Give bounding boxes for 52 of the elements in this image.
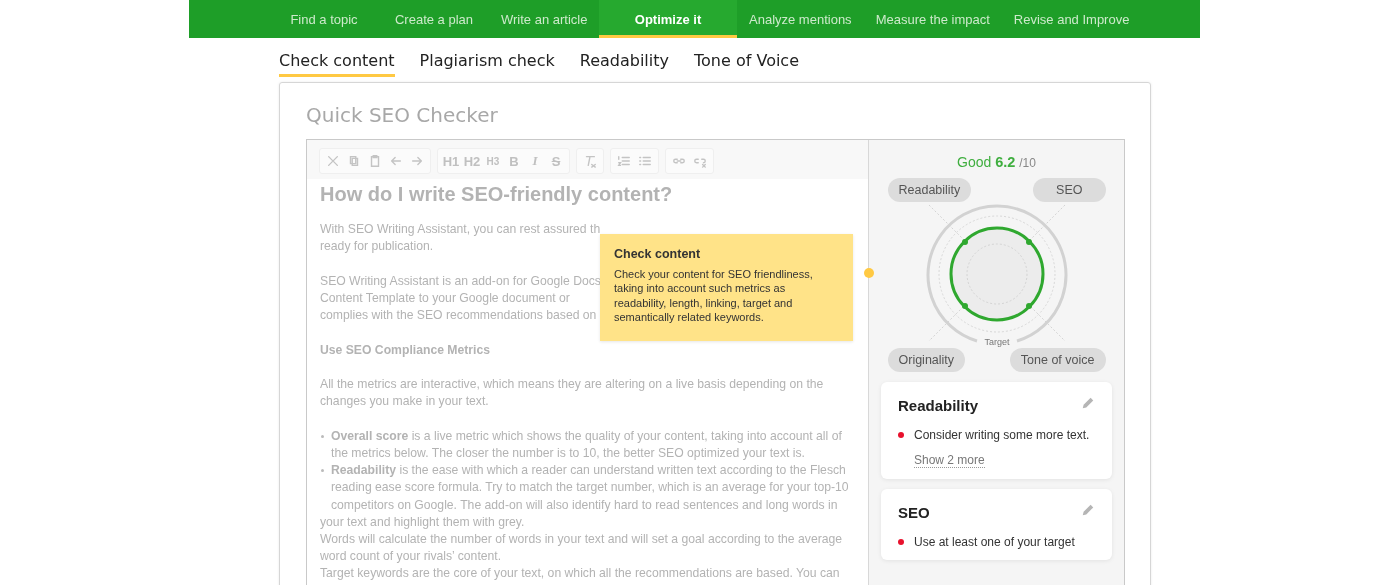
format-button[interactable]: H2: [463, 151, 481, 171]
paragraph-line: SEO Writing Assistant is an add-on for Google Docs: [320, 272, 601, 290]
format-button[interactable]: I: [526, 151, 544, 171]
card-title: Quick SEO Checker: [306, 103, 499, 127]
tooltip-anchor-dot: [864, 268, 874, 278]
bullet-item-line: reading ease score formula. Try to match the target number, which is an average for your top-10: [331, 479, 849, 497]
paragraph-line: With SEO Writing Assistant, you can rest assured th: [320, 221, 601, 238]
nav-tab[interactable]: Measure the impact: [863, 0, 1002, 38]
nav-tab[interactable]: Find a topic: [269, 0, 379, 38]
metric-pill: Tone of voice: [1009, 348, 1106, 372]
metric-pill: Originality: [887, 348, 966, 372]
paragraph-line: changes you make in your text.: [320, 393, 489, 411]
metric-title: SEO: [898, 503, 930, 521]
recommendation-text: Consider writing some more text.: [914, 428, 1090, 442]
bullet-item-line: Overall score is a live metric which shows the quality of your content, taking into account all of: [331, 427, 842, 445]
bullet-item-line: Readability is the ease with which a reader can understand written text according to the Flesch: [331, 462, 846, 480]
recommendation-text: Use at least one of your target: [914, 535, 1075, 549]
bullet-item-line: competitors on Google. The add-on will also identify hard to read sentences and long words in: [331, 496, 838, 514]
paragraph-line: All the metrics are interactive, which means they are altering on a live basis depending on the: [320, 376, 824, 394]
nav-tab[interactable]: Revise and Improve: [1001, 0, 1142, 38]
show-more-link[interactable]: Show 2 more: [914, 453, 985, 468]
paragraph-line: complies with the SEO recommendations based on: [320, 307, 597, 325]
tab[interactable]: Plagiarism check: [419, 47, 555, 77]
paragraph-line: Content Template to your Google document or: [320, 289, 570, 307]
nav-tab[interactable]: Write an article: [489, 0, 599, 38]
paragraph-line: your text and highlight them with grey.: [320, 513, 525, 531]
format-button[interactable]: H3: [484, 151, 502, 171]
nav-tab[interactable]: Optimize it: [599, 0, 737, 38]
paragraph-line: ready for publication.: [320, 238, 434, 256]
paragraph-line: word count of your rivals’ content.: [320, 548, 502, 566]
tab[interactable]: Tone of Voice: [694, 47, 799, 77]
nav-tab[interactable]: Analyze mentions: [737, 0, 864, 38]
metric-title: Readability: [898, 396, 979, 414]
document-heading: How do I write SEO-friendly content?: [320, 182, 674, 207]
bullet-icon: [321, 434, 324, 438]
metric-pill: SEO: [1033, 178, 1106, 202]
tab[interactable]: Readability: [579, 47, 669, 77]
nav-tab[interactable]: Create a plan: [379, 0, 489, 38]
paragraph-line: Target keywords are the core of your text, on which all the recommendations are based. You can: [320, 565, 840, 583]
bullet-item-line: the metrics below. The closer the number is to 10, the better SEO optimized your text is.: [331, 445, 805, 462]
paragraph-line: Words will calculate the number of words in your text and will set a goal according to the average: [320, 531, 843, 549]
bullet-icon: [321, 469, 324, 473]
tooltip-title: Check content: [614, 247, 702, 261]
format-button[interactable]: H1: [442, 151, 460, 171]
score-text: Good 6.2 /10: [956, 154, 1037, 170]
target-label: Target: [984, 337, 1009, 347]
subheading-line: Use SEO Compliance Metrics: [320, 341, 490, 359]
tooltip-text: Check your content for SEO friendliness, taking into account such metrics as readability, length, linking, target and semantically related keywords.: [614, 267, 814, 325]
format-button[interactable]: S: [547, 151, 565, 171]
format-button[interactable]: B: [505, 151, 523, 171]
metric-pill: Readability: [887, 178, 972, 202]
tab[interactable]: Check content: [279, 47, 395, 77]
